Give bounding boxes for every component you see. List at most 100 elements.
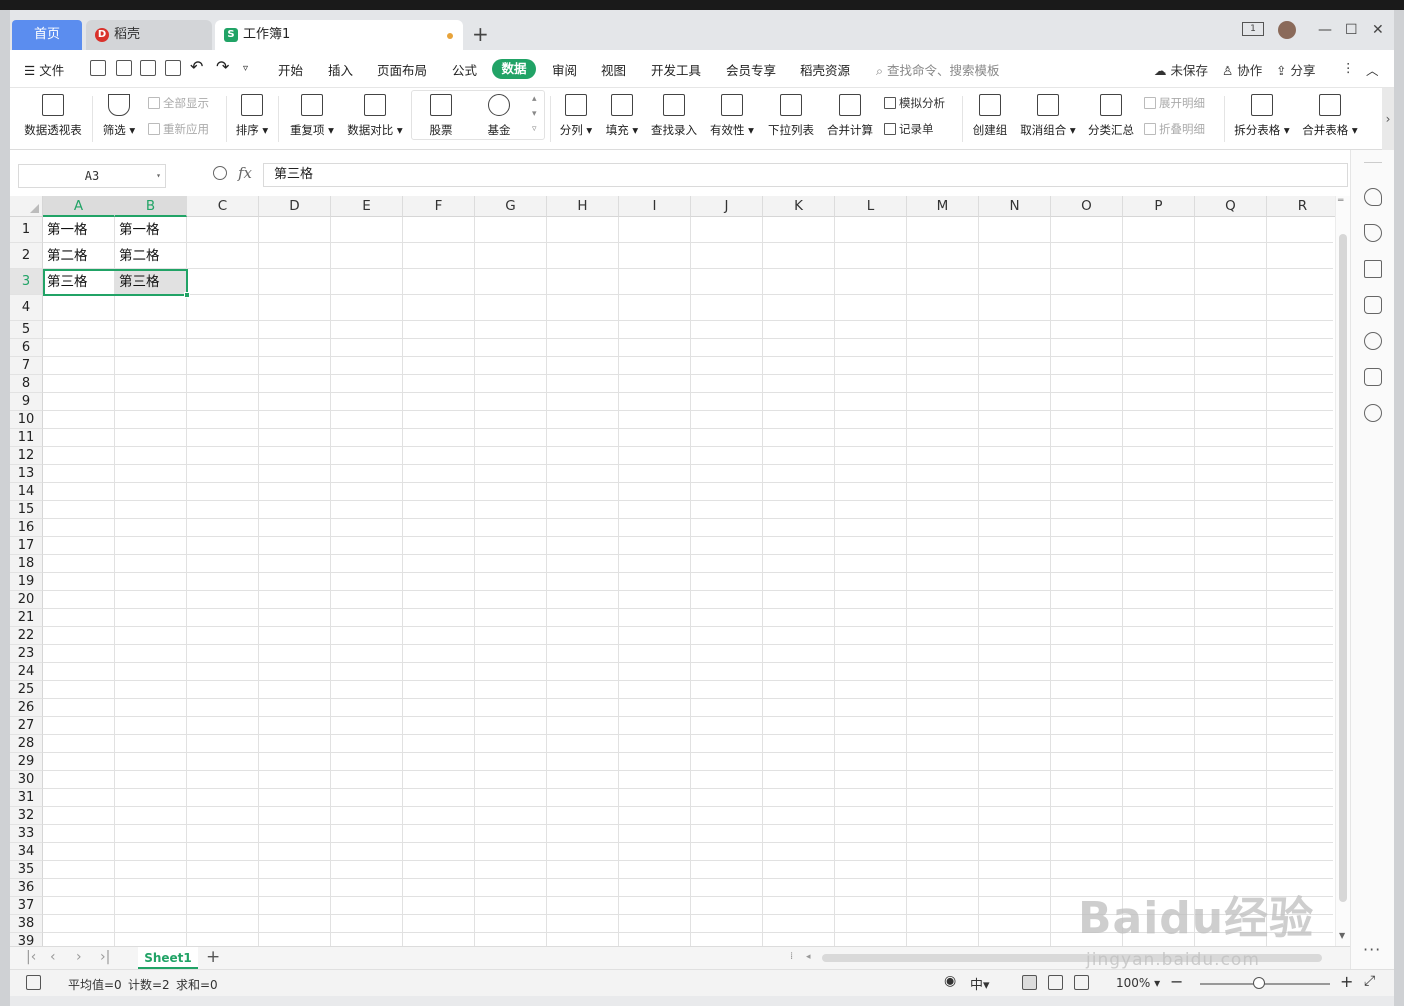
row-header-39[interactable]: 39 [10, 933, 43, 946]
vertical-scrollbar[interactable]: ═ ▼ [1335, 196, 1350, 946]
column-header-f[interactable]: F [403, 196, 475, 217]
pivot-table-button[interactable]: 数据透视表 [18, 88, 88, 148]
column-header-d[interactable]: D [259, 196, 331, 217]
row-header-28[interactable]: 28 [10, 735, 43, 753]
what-if-analysis-button[interactable]: 模拟分析 [884, 95, 945, 111]
more-options-icon[interactable]: ··· [1363, 940, 1381, 959]
insert-function-button[interactable]: fx [238, 164, 252, 182]
row-header-22[interactable]: 22 [10, 627, 43, 645]
column-header-a[interactable]: A [43, 196, 115, 217]
add-sheet-button[interactable]: + [206, 947, 220, 967]
menu-insert[interactable]: 插入 [328, 60, 353, 79]
column-header-m[interactable]: M [907, 196, 979, 217]
more-icon[interactable]: ⋮ [1342, 60, 1355, 75]
cell-b1[interactable]: 第一格 [115, 217, 186, 242]
menu-member[interactable]: 会员专享 [726, 60, 776, 79]
validity-button[interactable]: 有效性 ▾ [706, 88, 758, 148]
row-header-23[interactable]: 23 [10, 645, 43, 663]
row-header-11[interactable]: 11 [10, 429, 43, 447]
page-layout-view-icon[interactable] [1048, 975, 1063, 990]
window-layout-icon[interactable]: 1 [1242, 22, 1264, 36]
row-header-4[interactable]: 4 [10, 295, 43, 321]
tab-workbook[interactable]: S 工作簿1 [215, 20, 463, 50]
tab-split-handle-icon[interactable]: ⁞ [790, 951, 793, 962]
zoom-level[interactable]: 100% ▾ [1116, 976, 1160, 990]
lookup-entry-button[interactable]: 查找录入 [648, 88, 700, 148]
page-break-view-icon[interactable] [1074, 975, 1089, 990]
row-header-5[interactable]: 5 [10, 321, 43, 339]
formula-input[interactable]: 第三格 [263, 163, 1348, 187]
row-header-13[interactable]: 13 [10, 465, 43, 483]
fund-button[interactable]: 基金 [478, 88, 520, 148]
fill-handle[interactable] [184, 292, 190, 298]
maximize-button[interactable]: ☐ [1345, 22, 1358, 38]
row-header-29[interactable]: 29 [10, 753, 43, 771]
redo-icon[interactable]: ↷ [216, 57, 229, 76]
menu-review[interactable]: 审阅 [552, 60, 577, 79]
menu-docer-resources[interactable]: 稻壳资源 [800, 60, 850, 79]
cursor-select-icon[interactable] [1364, 224, 1382, 242]
row-header-7[interactable]: 7 [10, 357, 43, 375]
row-header-8[interactable]: 8 [10, 375, 43, 393]
fullscreen-icon[interactable]: ⤢ [1364, 973, 1375, 989]
column-header-n[interactable]: N [979, 196, 1051, 217]
row-header-6[interactable]: 6 [10, 339, 43, 357]
minimize-button[interactable]: — [1318, 22, 1332, 38]
help-icon[interactable] [1364, 332, 1382, 350]
reapply-button[interactable]: 重新应用 [148, 121, 209, 137]
menu-page-layout[interactable]: 页面布局 [377, 60, 427, 79]
column-header-p[interactable]: P [1123, 196, 1195, 217]
print-icon[interactable] [140, 60, 156, 76]
row-header-33[interactable]: 33 [10, 825, 43, 843]
row-header-2[interactable]: 2 [10, 243, 43, 269]
show-all-button[interactable]: 全部显示 [148, 95, 209, 111]
close-button[interactable]: ✕ [1372, 22, 1384, 38]
save-icon[interactable] [90, 60, 106, 76]
next-sheet-icon[interactable]: › [76, 949, 82, 965]
export-pdf-icon[interactable] [116, 60, 132, 76]
first-sheet-icon[interactable]: |‹ [26, 949, 36, 965]
row-header-12[interactable]: 12 [10, 447, 43, 465]
expand-detail-button[interactable]: 展开明细 [1144, 95, 1205, 111]
column-header-o[interactable]: O [1051, 196, 1123, 217]
last-sheet-icon[interactable]: ›| [100, 949, 110, 965]
row-header-16[interactable]: 16 [10, 519, 43, 537]
column-header-e[interactable]: E [331, 196, 403, 217]
eye-protection-icon[interactable]: ◉ [944, 973, 956, 989]
collaborate-button[interactable]: ♙ 协作 [1222, 60, 1262, 79]
row-header-18[interactable]: 18 [10, 555, 43, 573]
share-button[interactable]: ⇪ 分享 [1276, 60, 1315, 79]
record-form-button[interactable]: 记录单 [884, 121, 934, 137]
select-all-corner[interactable] [10, 196, 43, 217]
new-tab-button[interactable]: + [472, 24, 489, 44]
row-header-37[interactable]: 37 [10, 897, 43, 915]
tab-docer[interactable]: D 稻壳 [86, 20, 212, 50]
column-header-q[interactable]: Q [1195, 196, 1267, 217]
row-header-20[interactable]: 20 [10, 591, 43, 609]
filter-button[interactable]: 筛选 ▾ [96, 88, 142, 148]
stock-scroll-icon[interactable]: ▴ ▾ ▿ [532, 92, 537, 137]
undo-icon[interactable]: ↶ [190, 57, 203, 76]
sheet-tab-sheet1[interactable]: Sheet1 [138, 947, 198, 969]
data-compare-button[interactable]: 数据对比 ▾ [344, 88, 406, 148]
dropdown-list-button[interactable]: 下拉列表 [764, 88, 818, 148]
duplicates-button[interactable]: 重复项 ▾ [286, 88, 338, 148]
row-header-9[interactable]: 9 [10, 393, 43, 411]
settings-sliders-icon[interactable] [1364, 260, 1382, 278]
name-box[interactable]: A3 ▾ [18, 164, 166, 188]
column-header-j[interactable]: J [691, 196, 763, 217]
horizontal-scroll-thumb[interactable] [822, 954, 1322, 962]
row-header-30[interactable]: 30 [10, 771, 43, 789]
split-table-button[interactable]: 拆分表格 ▾ [1230, 88, 1294, 148]
chevron-down-icon[interactable]: ▾ [156, 165, 161, 187]
row-header-25[interactable]: 25 [10, 681, 43, 699]
column-header-k[interactable]: K [763, 196, 835, 217]
ribbon-scroll-right-icon[interactable]: › [1382, 88, 1394, 150]
collapse-ribbon-icon[interactable]: ︿ [1366, 60, 1379, 79]
rocket-icon[interactable] [1364, 188, 1382, 206]
row-header-35[interactable]: 35 [10, 861, 43, 879]
menu-start[interactable]: 开始 [278, 60, 303, 79]
command-search[interactable]: ⌕ 查找命令、搜索模板 [876, 60, 1000, 79]
menu-data[interactable]: 数据 [492, 59, 536, 79]
scroll-down-icon[interactable]: ▼ [1339, 931, 1345, 940]
